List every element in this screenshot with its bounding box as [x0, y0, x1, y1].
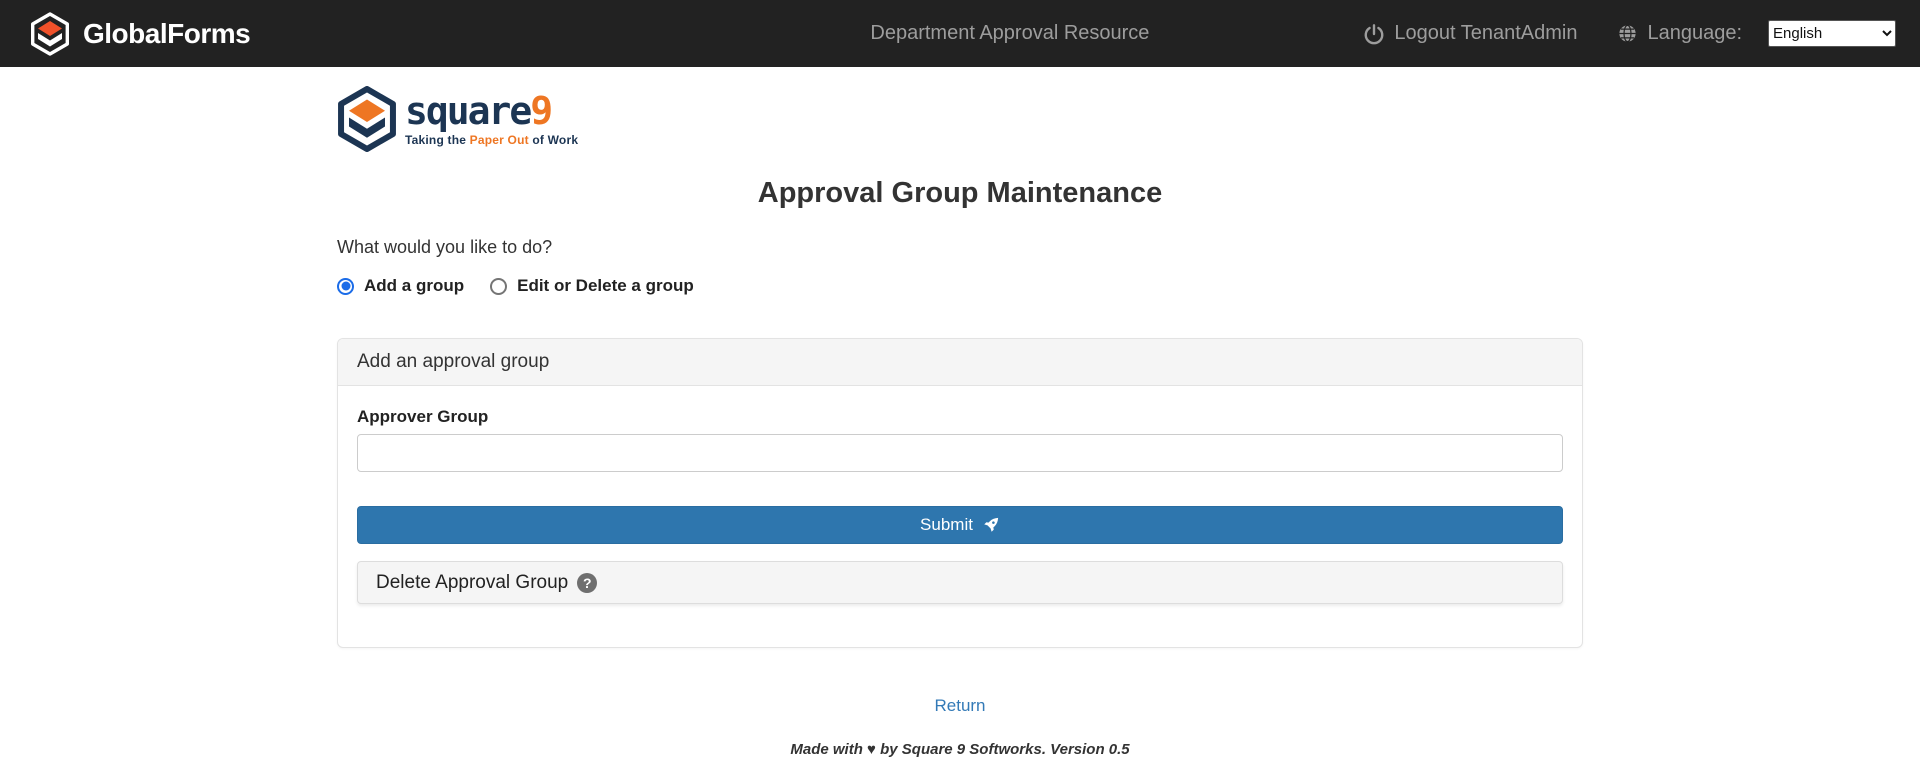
brand-name: GlobalForms	[83, 18, 250, 50]
main-content: square9 Taking the Paper Out of Work App…	[337, 86, 1583, 758]
approver-group-input[interactable]	[357, 434, 1563, 472]
footer-credit: Made with ♥ by Square 9 Softworks. Versi…	[337, 741, 1583, 758]
page-title: Approval Group Maintenance	[337, 177, 1583, 210]
delete-approval-group-header[interactable]: Delete Approval Group ?	[357, 561, 1563, 604]
navbar-brand[interactable]: GlobalForms	[30, 12, 250, 56]
navbar-right: Logout TenantAdmin Language: English	[1363, 20, 1896, 47]
radio-edit-delete-group[interactable]: Edit or Delete a group	[490, 276, 694, 296]
delete-approval-group-label: Delete Approval Group	[376, 572, 568, 594]
language-group: Language:	[1617, 22, 1742, 45]
square9-logo: square9 Taking the Paper Out of Work	[337, 86, 1583, 153]
approver-group-label: Approver Group	[357, 407, 1563, 427]
panel-body: Approver Group Submit Delete Approval Gr…	[338, 386, 1582, 647]
submit-label: Submit	[920, 515, 973, 535]
radio-add-group-control[interactable]	[337, 278, 354, 295]
square9-wordmark: square9	[405, 92, 578, 130]
radio-add-group-label: Add a group	[364, 276, 464, 296]
panel-header: Add an approval group	[338, 339, 1582, 386]
logout-link[interactable]: Logout TenantAdmin	[1363, 22, 1577, 45]
globe-icon	[1617, 23, 1638, 44]
radio-edit-delete-group-label: Edit or Delete a group	[517, 276, 694, 296]
add-group-panel: Add an approval group Approver Group Sub…	[337, 338, 1583, 648]
rocket-icon	[982, 516, 1000, 534]
language-label: Language:	[1647, 22, 1742, 45]
logout-label: Logout TenantAdmin	[1394, 22, 1577, 45]
language-select[interactable]: English	[1768, 20, 1896, 47]
radio-edit-delete-group-control[interactable]	[490, 278, 507, 295]
submit-button[interactable]: Submit	[357, 506, 1563, 544]
radio-add-group[interactable]: Add a group	[337, 276, 464, 296]
square9-wordmark-block: square9 Taking the Paper Out of Work	[405, 92, 578, 147]
question-circle-icon[interactable]: ?	[577, 573, 597, 593]
mode-radio-group: Add a group Edit or Delete a group	[337, 276, 1583, 296]
question-text: What would you like to do?	[337, 237, 1583, 258]
return-row: Return	[337, 696, 1583, 716]
page-subtitle: Department Approval Resource	[870, 22, 1149, 45]
return-link[interactable]: Return	[934, 696, 985, 715]
globalforms-logo-icon	[30, 12, 70, 56]
navbar: GlobalForms Department Approval Resource…	[0, 0, 1920, 67]
power-icon	[1363, 23, 1385, 45]
square9-hexagon-icon	[337, 86, 397, 152]
square9-tagline: Taking the Paper Out of Work	[405, 133, 578, 147]
